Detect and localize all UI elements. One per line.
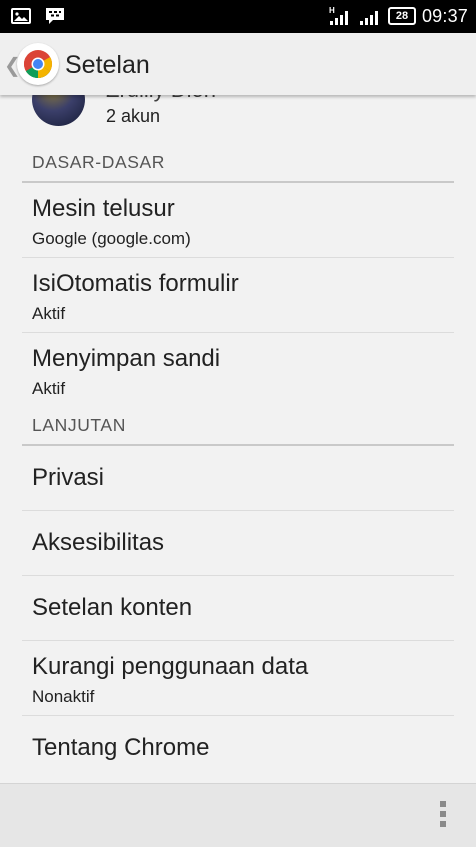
chrome-logo-icon[interactable] — [17, 43, 59, 85]
setting-label: Setelan konten — [32, 594, 193, 621]
setting-label: Tentang Chrome — [32, 734, 210, 761]
system-indicators: H 28 09:37 — [328, 5, 468, 27]
setting-about-chrome[interactable]: Tentang Chrome — [22, 716, 454, 780]
setting-content-settings[interactable]: Setelan konten — [22, 576, 454, 641]
clock: 09:37 — [421, 5, 468, 26]
settings-list: Zrulliy Dion 2 akun DASAR-DASAR Mesin te… — [0, 95, 476, 783]
section-header-advanced: LANJUTAN — [22, 407, 454, 446]
setting-value: Google (google.com) — [32, 229, 191, 248]
setting-label: Aksesibilitas — [32, 529, 165, 556]
setting-save-passwords[interactable]: Menyimpan sandi Aktif — [22, 333, 454, 407]
setting-label: Kurangi penggunaan data — [32, 653, 309, 680]
setting-value: Aktif — [32, 379, 66, 398]
setting-autofill[interactable]: IsiOtomatis formulir Aktif — [22, 258, 454, 333]
battery-icon: 28 — [387, 7, 416, 25]
avatar — [32, 95, 85, 126]
setting-privacy[interactable]: Privasi — [22, 446, 454, 511]
overflow-menu-icon[interactable] — [438, 801, 448, 831]
setting-label: IsiOtomatis formulir — [32, 270, 239, 297]
section-header-label: LANJUTAN — [32, 415, 126, 435]
setting-accessibility[interactable]: Aksesibilitas — [22, 511, 454, 576]
status-bar: H 28 09:37 — [0, 0, 476, 33]
account-item[interactable]: Zrulliy Dion 2 akun — [0, 95, 476, 144]
setting-search-engine[interactable]: Mesin telusur Google (google.com) — [22, 183, 454, 258]
bbm-icon — [46, 8, 64, 24]
action-bar: ❮ Setelan — [0, 33, 476, 95]
signal-h-icon: H — [329, 6, 348, 25]
account-count: 2 akun — [106, 106, 161, 126]
setting-label: Menyimpan sandi — [32, 345, 221, 372]
svg-text:H: H — [329, 6, 335, 15]
chrome-logo-graphic — [24, 50, 52, 78]
signal-icon — [359, 11, 378, 25]
setting-reduce-data-usage[interactable]: Kurangi penggunaan data Nonaktif — [22, 641, 454, 716]
setting-value: Nonaktif — [32, 687, 95, 706]
setting-label: Privasi — [32, 464, 105, 491]
section-header-label: DASAR-DASAR — [32, 152, 166, 172]
account-name: Zrulliy Dion — [106, 95, 216, 103]
bottom-bar — [0, 783, 476, 847]
setting-value: Aktif — [32, 304, 66, 323]
setting-label: Mesin telusur — [32, 195, 175, 222]
page-title: Setelan — [65, 51, 150, 79]
section-header-basics: DASAR-DASAR — [22, 144, 454, 183]
image-icon — [11, 8, 31, 24]
notification-icons — [10, 6, 66, 26]
